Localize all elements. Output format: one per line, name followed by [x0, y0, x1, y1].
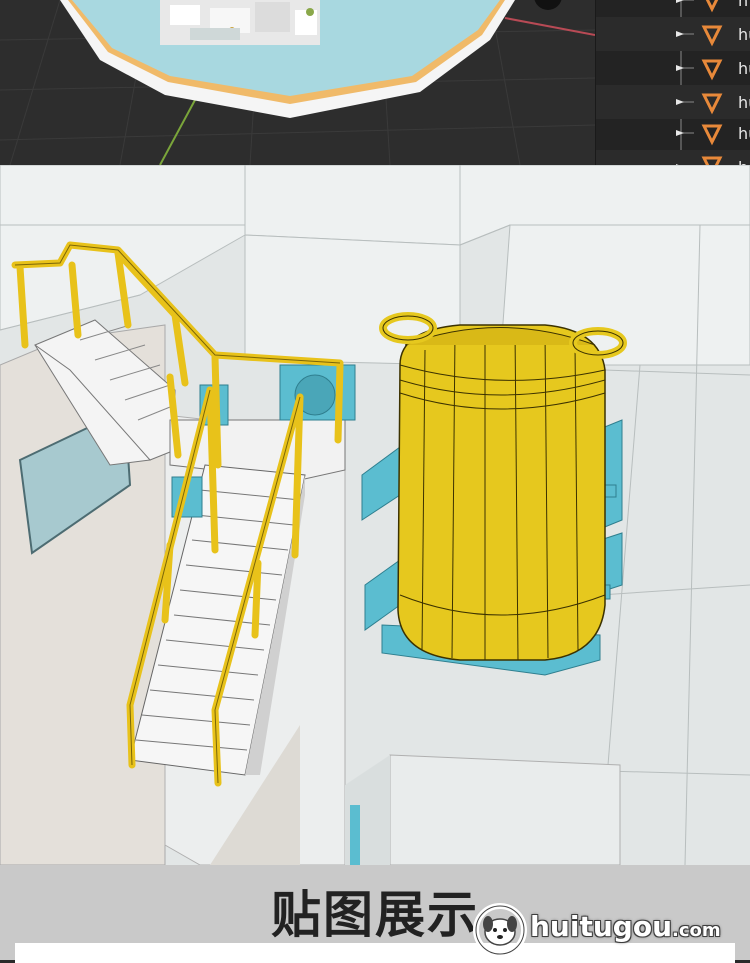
- outliner-item-label: hu: [738, 93, 750, 112]
- outliner-item-label: hu: [738, 25, 750, 44]
- yellow-tank: [379, 312, 627, 661]
- object-icon: [705, 0, 719, 13]
- outliner-row[interactable]: hu: [596, 116, 750, 150]
- outliner-row[interactable]: h: [596, 150, 750, 165]
- scene-render: [0, 165, 750, 865]
- object-icon: [701, 156, 723, 165]
- outliner-panel: h hu hu hu hu: [595, 0, 750, 165]
- object-icon: [701, 124, 723, 146]
- platform-objects: [160, 0, 320, 45]
- dog-logo-icon: [473, 903, 527, 957]
- outliner-row[interactable]: h: [596, 0, 750, 17]
- watermark-suffix: .com: [672, 920, 721, 941]
- outliner-item-label: h: [738, 158, 748, 165]
- y-axis-line: [159, 99, 196, 165]
- outliner-row[interactable]: hu: [596, 85, 750, 119]
- outliner-item-label: hu: [738, 59, 750, 78]
- watermark-brand: huitugou: [530, 910, 672, 943]
- gizmo-icon: [534, 0, 562, 10]
- x-axis-line: [504, 17, 595, 36]
- outliner-item-label: hu: [738, 124, 750, 143]
- watermark: huitugou.com: [470, 898, 740, 958]
- outliner-row[interactable]: hu: [596, 17, 750, 51]
- 3d-viewport[interactable]: [0, 0, 595, 165]
- scene-canvas: [0, 165, 750, 865]
- object-icon: [701, 93, 723, 115]
- object-icon: [701, 25, 723, 47]
- viewport-canvas: [0, 0, 595, 165]
- outliner-item-label: h: [738, 0, 749, 10]
- outliner-row[interactable]: hu: [596, 51, 750, 85]
- object-icon: [701, 59, 723, 81]
